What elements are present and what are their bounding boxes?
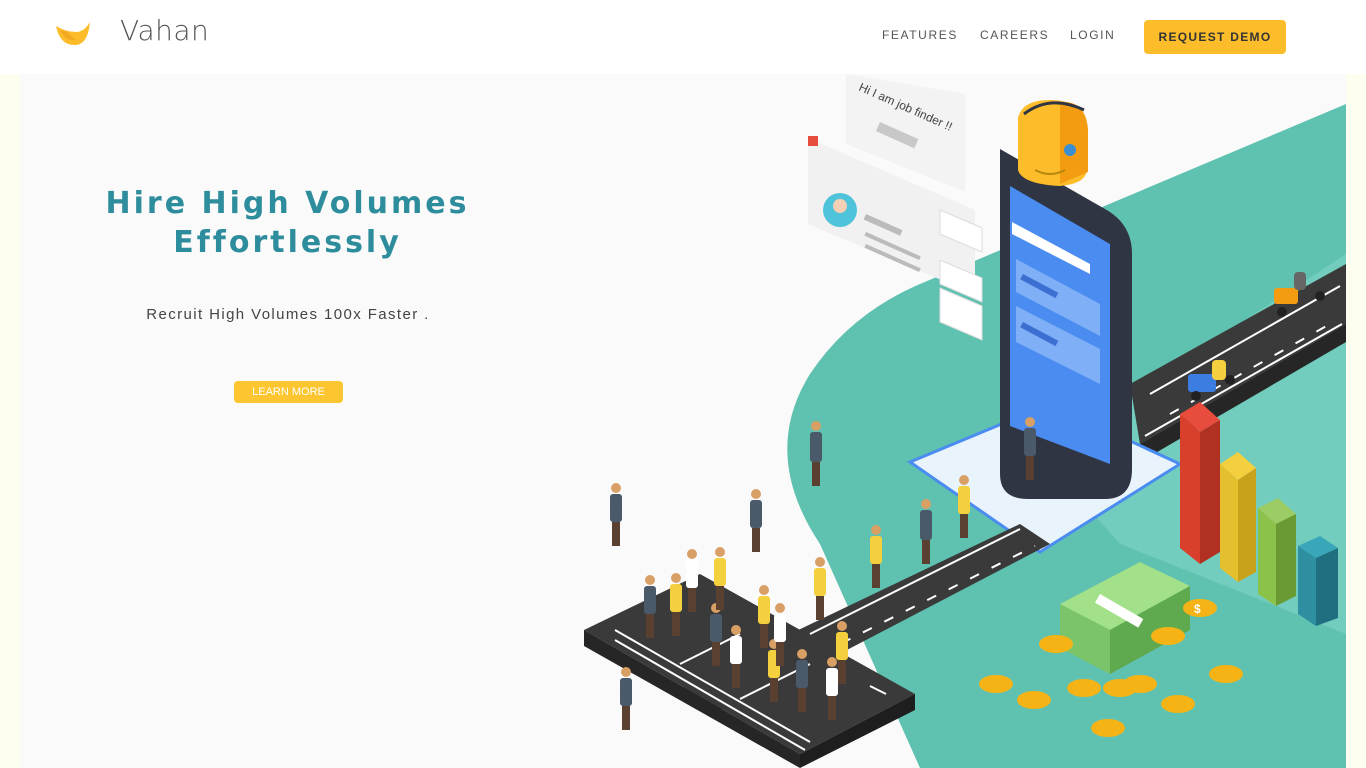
headline-line-2: Effortlessly xyxy=(173,225,402,260)
vahan-logo-icon[interactable] xyxy=(54,18,92,50)
headline-line-1: Hire High Volumes xyxy=(105,186,470,221)
request-demo-button[interactable]: REQUEST DEMO xyxy=(1144,20,1286,54)
nav-link-careers[interactable]: CAREERS xyxy=(980,28,1049,42)
hero-section: Hi I am job finder !! $ Hire High Volume… xyxy=(20,74,1346,768)
learn-more-button[interactable]: LEARN MORE xyxy=(234,381,343,403)
robot-head-icon xyxy=(1018,100,1088,186)
nav-link-login[interactable]: LOGIN xyxy=(1070,28,1115,42)
hero-headline: Hire High Volumes Effortlessly xyxy=(100,184,475,262)
currency-symbol: $ xyxy=(1194,602,1201,616)
top-nav-bar: Vahan FEATURES CAREERS LOGIN REQUEST DEM… xyxy=(0,0,1366,74)
phone-icon xyxy=(1000,149,1132,499)
brand-name[interactable]: Vahan xyxy=(120,14,209,47)
hero-subheadline: Recruit High Volumes 100x Faster . xyxy=(146,306,430,323)
hiring-illustration: Hi I am job finder !! $ xyxy=(584,74,1346,768)
nav-link-features[interactable]: FEATURES xyxy=(882,28,958,42)
